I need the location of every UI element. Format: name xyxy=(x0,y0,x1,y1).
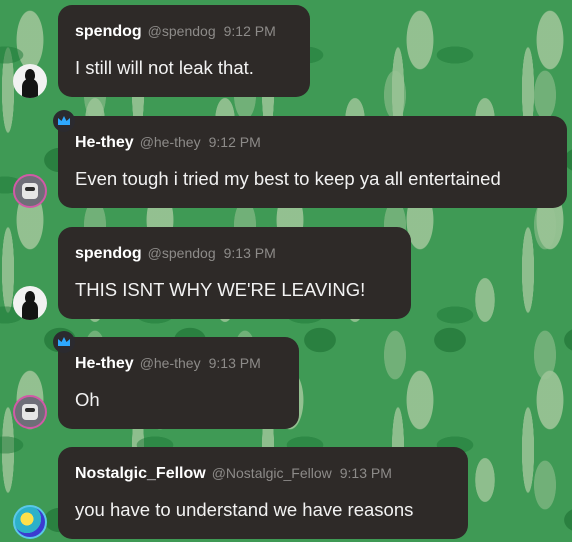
message-text: Oh xyxy=(75,389,100,410)
user-avatar[interactable] xyxy=(13,505,47,539)
user-avatar[interactable] xyxy=(13,286,47,320)
username[interactable]: spendog xyxy=(75,23,142,40)
message-header: He-they @he-they 9:12 PM xyxy=(75,134,261,152)
crown-badge-icon xyxy=(53,110,75,132)
message-bubble: Nostalgic_Fellow @Nostalgic_Fellow 9:13 PM… xyxy=(58,447,468,539)
timestamp: 9:12 PM xyxy=(208,134,261,150)
timestamp: 9:13 PM xyxy=(208,355,261,371)
message-header: He-they @he-they 9:13 PM xyxy=(75,355,261,373)
username[interactable]: He-they xyxy=(75,134,134,151)
username[interactable]: Nostalgic_Fellow xyxy=(75,465,206,482)
user-avatar[interactable] xyxy=(13,395,47,429)
message-text: THIS ISNT WHY WE'RE LEAVING! xyxy=(75,279,366,300)
user-handle: @he-they xyxy=(139,134,201,150)
timestamp: 9:12 PM xyxy=(223,23,276,39)
username[interactable]: He-they xyxy=(75,355,134,372)
message-bubble: spendog @spendog 9:13 PM THIS ISNT WHY WE'… xyxy=(58,227,411,319)
message-text: you have to understand we have reasons xyxy=(75,499,414,520)
user-handle: @he-they xyxy=(139,355,201,371)
message-bubble: He-they @he-they 9:12 PM Even tough i trie… xyxy=(58,116,567,208)
username[interactable]: spendog xyxy=(75,245,142,262)
timestamp: 9:13 PM xyxy=(339,465,392,481)
message-header: spendog @spendog 9:12 PM xyxy=(75,23,276,41)
user-avatar[interactable] xyxy=(13,174,47,208)
user-handle: @Nostalgic_Fellow xyxy=(211,465,332,481)
message-header: Nostalgic_Fellow @Nostalgic_Fellow 9:13 PM xyxy=(75,465,392,483)
message-header: spendog @spendog 9:13 PM xyxy=(75,245,276,263)
robot-icon xyxy=(22,183,38,199)
message-bubble: He-they @he-they 9:13 PM Oh xyxy=(58,337,299,429)
message-text: Even tough i tried my best to keep ya al… xyxy=(75,168,501,189)
robot-icon xyxy=(22,404,38,420)
user-handle: @spendog xyxy=(147,23,216,39)
timestamp: 9:13 PM xyxy=(223,245,276,261)
message-text: I still will not leak that. xyxy=(75,57,254,78)
user-avatar[interactable] xyxy=(13,64,47,98)
message-bubble: spendog @spendog 9:12 PM I still will not … xyxy=(58,5,310,97)
user-handle: @spendog xyxy=(147,245,216,261)
crown-badge-icon xyxy=(53,331,75,353)
